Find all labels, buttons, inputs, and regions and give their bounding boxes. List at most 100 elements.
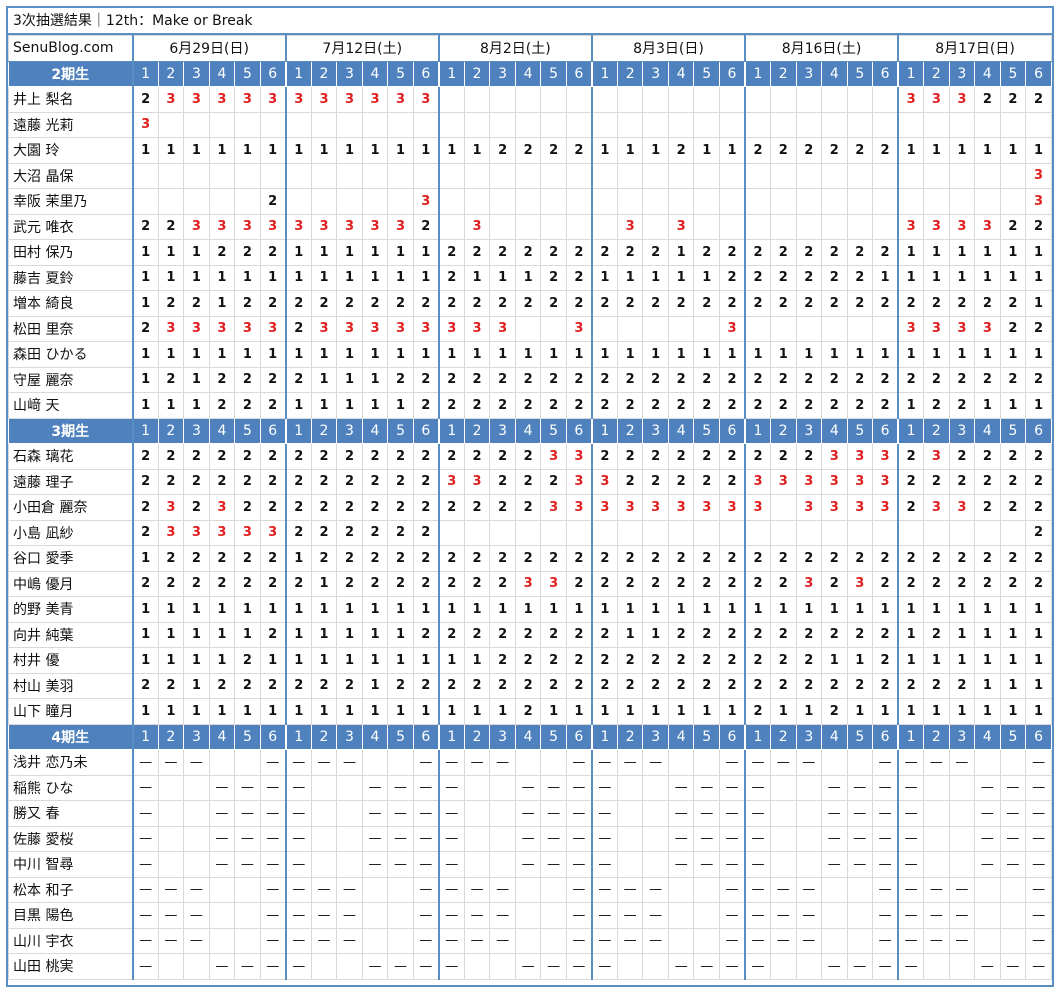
result-cell: 2: [667, 392, 695, 419]
result-cell: 1: [718, 698, 746, 725]
result-cell: 3: [923, 86, 950, 113]
result-cell: 2: [744, 137, 771, 164]
result-cell: [923, 851, 950, 878]
result-cell: 3: [795, 494, 823, 521]
result-cell: [234, 188, 261, 215]
result-cell: —: [514, 825, 542, 852]
result-cell: 2: [642, 672, 669, 699]
result-cell: 2: [157, 213, 185, 240]
result-cell: [284, 162, 312, 189]
result-cell: —: [157, 902, 185, 929]
part-number: 6: [259, 723, 287, 750]
result-cell: 1: [157, 698, 185, 725]
result-cell: [795, 162, 823, 189]
part-number: 3: [336, 417, 363, 444]
result-cell: [795, 111, 823, 138]
result-cell: 2: [821, 137, 848, 164]
result-cell: 1: [999, 341, 1027, 368]
result-cell: 1: [948, 621, 976, 648]
result-cell: 2: [744, 443, 771, 470]
member-row: 松本 和子 — — — — — — — — — — — — — — — — — — — — — — — —: [7, 876, 1052, 903]
result-cell: 2: [872, 621, 899, 648]
result-cell: 1: [361, 264, 389, 291]
part-number: 4: [974, 417, 1001, 444]
result-cell: 1: [590, 698, 618, 725]
result-cell: 2: [744, 366, 771, 393]
result-cell: 3: [310, 213, 338, 240]
result-cell: [974, 902, 1001, 929]
result-cell: [183, 953, 210, 980]
result-cell: 1: [616, 137, 644, 164]
result-cell: 1: [361, 596, 389, 623]
result-cell: 1: [948, 264, 976, 291]
result-cell: [923, 800, 950, 827]
result-cell: 2: [565, 366, 593, 393]
result-cell: —: [437, 774, 465, 801]
result-cell: 1: [565, 341, 593, 368]
result-cell: [590, 188, 618, 215]
result-cell: 2: [284, 672, 312, 699]
result-cell: [999, 749, 1027, 776]
result-cell: 2: [259, 468, 287, 495]
result-cell: 2: [872, 392, 899, 419]
result-cell: —: [821, 774, 848, 801]
result-cell: —: [667, 953, 695, 980]
result-cell: 2: [234, 443, 261, 470]
result-cell: [642, 162, 669, 189]
result-cell: 2: [284, 519, 312, 546]
result-cell: [693, 749, 720, 776]
result-cell: 2: [234, 647, 261, 674]
result-cell: 2: [590, 443, 618, 470]
result-cell: 2: [718, 264, 746, 291]
result-cell: [208, 111, 236, 138]
result-cell: 2: [514, 647, 542, 674]
result-cell: —: [489, 749, 516, 776]
member-name: 増本 綺良: [7, 290, 134, 317]
result-cell: [234, 111, 261, 138]
result-cell: 1: [999, 596, 1027, 623]
result-cell: 2: [1025, 366, 1052, 393]
member-name: 佐藤 愛桜: [7, 825, 134, 852]
result-cell: 3: [667, 213, 695, 240]
result-cell: 2: [1025, 545, 1052, 572]
result-cell: 1: [821, 596, 848, 623]
result-cell: 1: [336, 366, 363, 393]
result-cell: —: [642, 902, 669, 929]
result-cell: [744, 162, 771, 189]
result-cell: —: [514, 774, 542, 801]
result-cell: —: [310, 876, 338, 903]
result-cell: 2: [437, 239, 465, 266]
result-cell: 2: [387, 570, 414, 597]
result-cell: 1: [667, 698, 695, 725]
result-cell: 1: [336, 239, 363, 266]
result-cell: 2: [514, 672, 542, 699]
result-cell: 2: [821, 545, 848, 572]
result-cell: 2: [590, 647, 618, 674]
result-cell: —: [642, 749, 669, 776]
result-cell: [157, 825, 185, 852]
result-cell: [387, 111, 414, 138]
result-cell: [514, 876, 542, 903]
member-row: 遠藤 光莉 3: [7, 111, 1052, 138]
result-cell: 2: [387, 366, 414, 393]
result-cell: 1: [923, 647, 950, 674]
result-cell: 1: [540, 596, 567, 623]
result-cell: 3: [923, 213, 950, 240]
result-cell: [208, 876, 236, 903]
result-cell: —: [770, 902, 797, 929]
result-cell: —: [948, 749, 976, 776]
result-cell: 2: [846, 290, 874, 317]
result-cell: 2: [437, 570, 465, 597]
result-cell: [642, 188, 669, 215]
result-cell: [565, 188, 593, 215]
result-cell: 1: [489, 341, 516, 368]
result-cell: 2: [131, 494, 159, 521]
result-cell: 2: [897, 468, 925, 495]
result-cell: 2: [157, 545, 185, 572]
result-cell: 2: [795, 672, 823, 699]
result-cell: 3: [846, 468, 874, 495]
result-cell: —: [565, 749, 593, 776]
part-number: 5: [540, 60, 567, 87]
result-cell: 1: [923, 596, 950, 623]
result-cell: [770, 162, 797, 189]
